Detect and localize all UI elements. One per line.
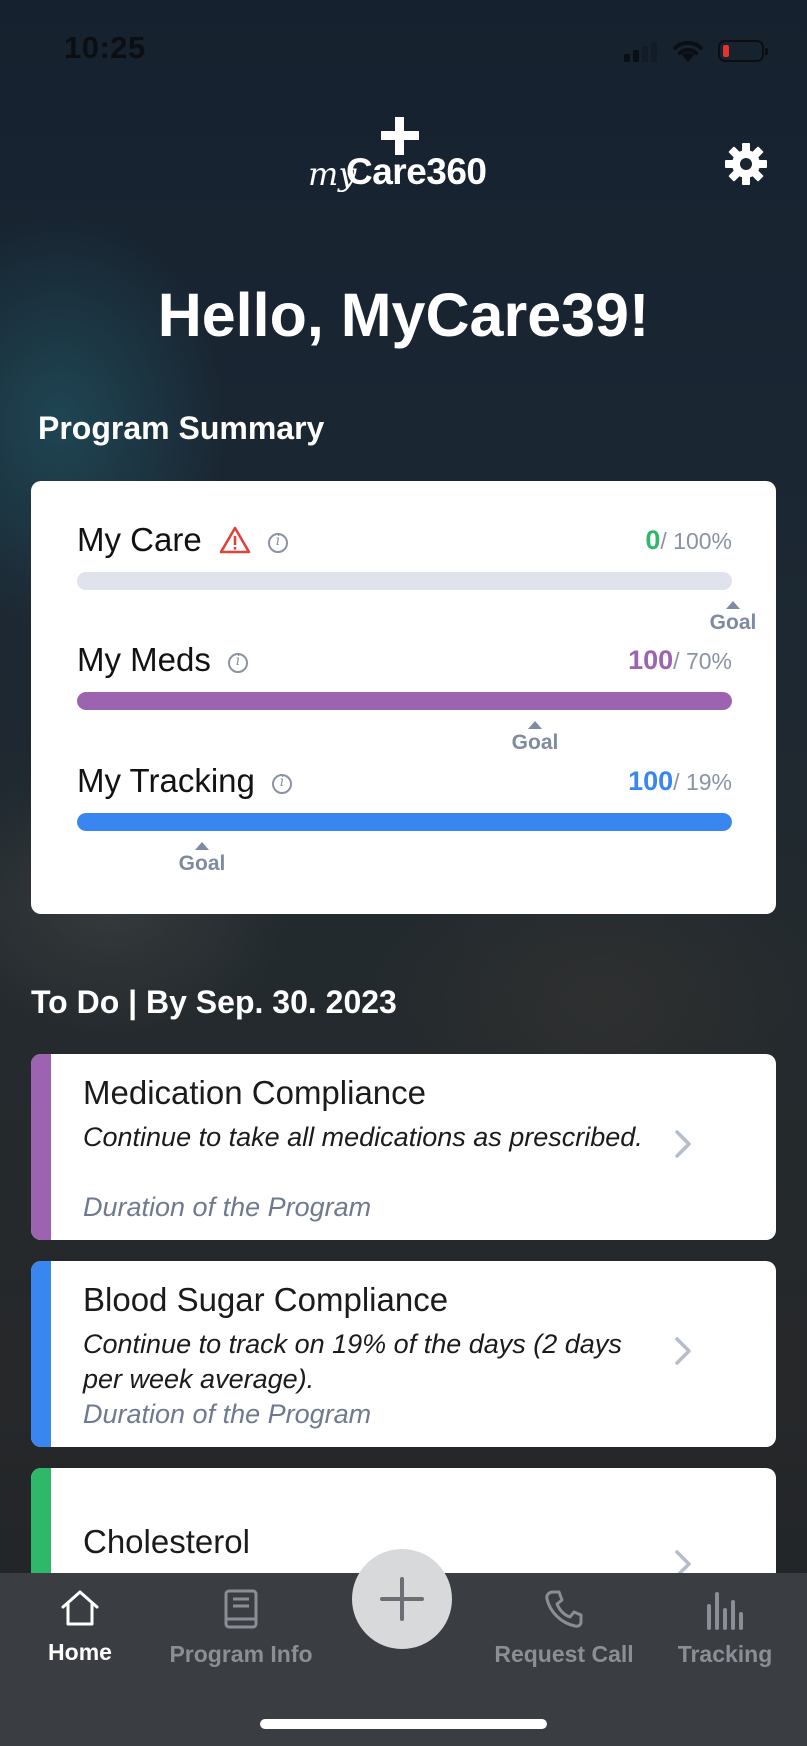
tab-label: Request Call (494, 1641, 634, 1667)
wifi-icon (673, 40, 703, 62)
mycare360-logo: my Care360 (308, 115, 498, 211)
todo-item-medication-compliance[interactable]: Medication Compliance Continue to take a… (31, 1054, 776, 1240)
add-button[interactable] (352, 1549, 452, 1649)
progress-fill (77, 813, 732, 831)
plus-icon (380, 1577, 424, 1621)
tab-program-info[interactable]: Program Info (161, 1588, 321, 1668)
status-bar: 10:25 (0, 0, 807, 100)
bar-chart-icon (707, 1592, 743, 1630)
summary-label: My Tracking (77, 762, 255, 799)
progress-fill (77, 692, 732, 710)
summary-value: 100/ 70% (628, 645, 732, 675)
book-icon (224, 1589, 258, 1629)
greeting-heading: Hello, MyCare39! (157, 281, 650, 349)
program-summary-card[interactable]: My Care 0/ 100% Goal My Meds 100/ 70% (31, 481, 776, 914)
info-icon[interactable] (272, 774, 293, 794)
logo-brand: Care360 (346, 151, 487, 192)
todo-title: Medication Compliance (83, 1074, 427, 1111)
summary-value: 100/ 19% (628, 766, 732, 796)
tab-home[interactable]: Home (0, 1588, 160, 1666)
goal-marker: Goal (505, 721, 565, 755)
goal-marker: Goal (703, 601, 763, 635)
tab-label: Home (48, 1639, 112, 1665)
chevron-right-icon (675, 1130, 691, 1158)
todo-title: Blood Sugar Compliance (83, 1281, 449, 1318)
progress-bar (77, 692, 732, 710)
settings-gear-icon[interactable] (724, 142, 768, 186)
warning-icon (219, 526, 251, 554)
battery-icon (718, 40, 768, 62)
tab-request-call[interactable]: Request Call (484, 1588, 644, 1668)
todo-title: Cholesterol (83, 1523, 250, 1560)
program-summary-title: Program Summary (38, 410, 325, 446)
todo-color-bar (31, 1054, 51, 1240)
todo-description: Continue to take all medications as pres… (83, 1122, 643, 1152)
summary-value: 0/ 100% (645, 525, 732, 555)
cross-icon (381, 117, 419, 155)
phone-icon (545, 1590, 583, 1628)
home-indicator (260, 1719, 547, 1729)
progress-bar (77, 572, 732, 590)
status-time: 10:25 (64, 30, 146, 65)
summary-label: My Care (77, 521, 202, 558)
home-icon (61, 1590, 99, 1626)
signal-icon (624, 42, 660, 62)
todo-color-bar (31, 1261, 51, 1447)
todo-duration: Duration of the Program (83, 1399, 372, 1429)
todo-color-bar (31, 1468, 51, 1588)
progress-bar (77, 813, 732, 831)
info-icon[interactable] (228, 653, 249, 673)
goal-marker: Goal (172, 842, 232, 876)
todo-section-title: To Do | By Sep. 30. 2023 (31, 984, 397, 1020)
todo-duration: Duration of the Program (83, 1192, 372, 1222)
tab-label: Program Info (169, 1641, 313, 1667)
tab-tracking[interactable]: Tracking (645, 1588, 805, 1668)
info-icon[interactable] (268, 533, 289, 553)
todo-item-blood-sugar-compliance[interactable]: Blood Sugar Compliance Continue to track… (31, 1261, 776, 1447)
tab-label: Tracking (677, 1641, 773, 1667)
summary-label: My Meds (77, 641, 211, 678)
chevron-right-icon (675, 1337, 691, 1365)
todo-description: Continue to track on 19% of the days (2 … (83, 1329, 622, 1394)
